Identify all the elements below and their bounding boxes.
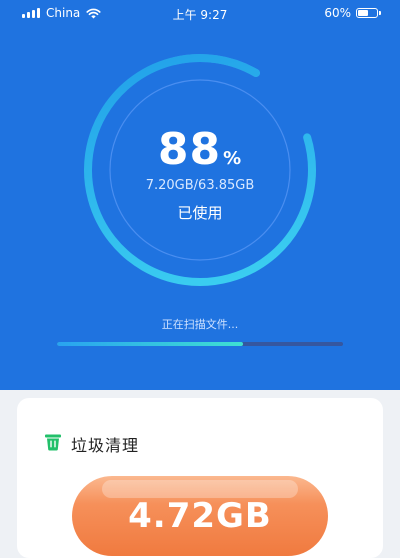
junk-size-value: 4.72GB (128, 496, 272, 536)
storage-used-label: 已使用 (177, 204, 223, 222)
usage-percent-sign: % (223, 148, 243, 169)
scan-status-label: 正在扫描文件... (161, 318, 239, 331)
usage-percent: 88% (0, 124, 400, 175)
scan-progress-bar (57, 342, 343, 346)
junk-size-button[interactable]: 4.72GB (72, 476, 328, 556)
storage-used-text: 7.20GB/63.85GB (145, 178, 255, 193)
scan-progress-fill (57, 342, 243, 346)
junk-card-title: 垃圾清理 (71, 436, 140, 455)
top-panel: China 上午 9:27 60% 88 % 7.20GB/63.85GB 已使… (0, 0, 400, 390)
junk-card-header: 垃圾清理 (43, 432, 139, 456)
trash-icon (43, 432, 63, 456)
usage-percent-value: 88 (157, 124, 222, 175)
junk-clean-card[interactable]: 垃圾清理 4.72GB (17, 398, 383, 558)
